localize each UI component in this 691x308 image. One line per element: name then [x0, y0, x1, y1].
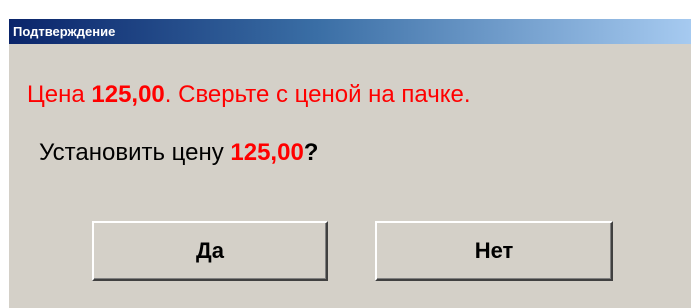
no-button-label: Нет: [474, 238, 514, 263]
set-price-value: 125,00: [230, 139, 304, 166]
set-price-prefix: Установить цену: [39, 139, 231, 166]
set-price-suffix: ?: [303, 139, 319, 166]
dialog-title-bar[interactable]: Подтверждение: [9, 19, 691, 44]
no-button[interactable]: Нет: [375, 221, 613, 281]
set-price-question: Установить цену 125,00?: [39, 139, 318, 167]
confirmation-dialog: Подтверждение Цена 125,00. Сверьте с цен…: [8, 18, 691, 308]
price-warning-message: Цена 125,00. Сверьте с ценой на пачке.: [27, 81, 471, 109]
price-warning-suffix: . Сверьте с ценой на пачке.: [164, 81, 471, 108]
price-warning-prefix: Цена: [27, 81, 92, 108]
dialog-title: Подтверждение: [13, 24, 116, 39]
yes-button[interactable]: Да: [92, 221, 328, 281]
price-warning-value: 125,00: [91, 81, 165, 108]
yes-button-label: Да: [196, 238, 224, 263]
